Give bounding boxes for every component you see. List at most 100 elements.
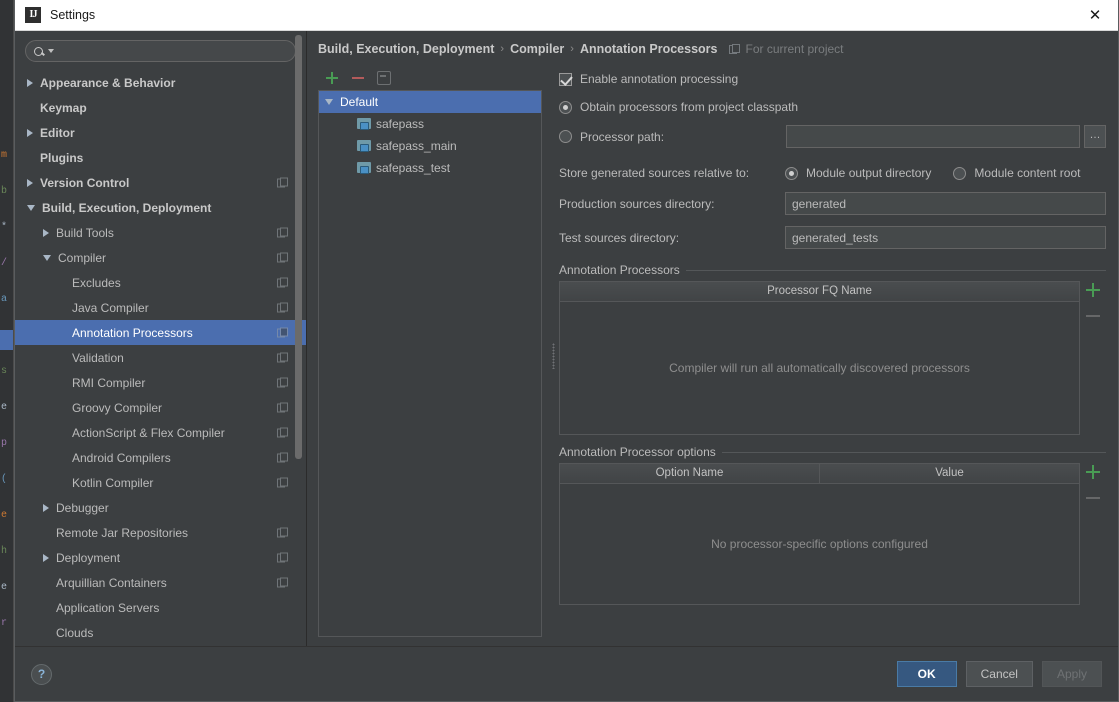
search-box[interactable] — [25, 40, 296, 62]
chevron-right-icon[interactable] — [27, 178, 33, 187]
sidebar-item-keymap[interactable]: Keymap — [15, 95, 306, 120]
annotation-processors-section-title: Annotation Processors — [559, 263, 680, 277]
sidebar-item-label: Plugins — [40, 150, 84, 165]
close-icon[interactable]: ✕ — [1072, 0, 1118, 30]
add-processor-button[interactable] — [1086, 283, 1100, 297]
production-sources-input[interactable] — [785, 192, 1106, 215]
apply-button[interactable]: Apply — [1041, 661, 1102, 687]
breadcrumb-part: Annotation Processors — [579, 42, 718, 56]
processor-path-input[interactable] — [786, 125, 1080, 148]
module-row[interactable]: safepass — [319, 113, 541, 135]
processor-path-row: Processor path: … — [559, 125, 1106, 148]
gutter-char: s — [1, 366, 8, 377]
breadcrumb-part[interactable]: Compiler — [510, 42, 564, 56]
module-row[interactable]: safepass_main — [319, 135, 541, 157]
remove-processor-button[interactable] — [1086, 309, 1100, 323]
chevron-right-icon[interactable] — [43, 553, 49, 562]
sidebar-item-groovy-compiler[interactable]: Groovy Compiler — [15, 395, 306, 420]
pane-splitter[interactable] — [548, 66, 559, 646]
sidebar-item-deployment[interactable]: Deployment — [15, 545, 306, 570]
sidebar-item-application-servers[interactable]: Application Servers — [15, 595, 306, 620]
sidebar-item-debugger[interactable]: Debugger — [15, 495, 306, 520]
project-scope-icon — [277, 252, 288, 263]
move-icon[interactable] — [377, 71, 391, 85]
project-scope-icon — [277, 177, 288, 188]
search-icon — [34, 46, 43, 56]
chevron-down-icon[interactable] — [43, 254, 51, 261]
annotation-processors-form: Enable annotation processing Obtain proc… — [559, 66, 1118, 646]
breadcrumb-part[interactable]: Build, Execution, Deployment — [318, 42, 494, 56]
editor-gutter: mb*/aesep(eher — [0, 0, 14, 702]
chevron-right-icon[interactable] — [27, 78, 33, 87]
module-output-directory-radio[interactable] — [785, 166, 798, 180]
processor-path-browse-button[interactable]: … — [1084, 125, 1106, 148]
sidebar-item-version-control[interactable]: Version Control — [15, 170, 306, 195]
project-scope-icon — [277, 477, 288, 488]
dialog-body: Appearance & Behavior Keymap Editor Plugins… — [15, 31, 1118, 646]
enable-annotation-processing-row[interactable]: Enable annotation processing — [559, 72, 1106, 86]
breadcrumb-separator: › — [570, 43, 574, 55]
obtain-from-classpath-radio[interactable] — [559, 100, 572, 114]
module-icon — [357, 162, 371, 174]
module-icon — [357, 140, 371, 152]
divider — [721, 451, 1106, 453]
test-sources-input[interactable] — [785, 226, 1106, 249]
sidebar-item-build-tools[interactable]: Build Tools — [15, 220, 306, 245]
sidebar-scrollbar-thumb[interactable] — [295, 35, 302, 459]
sidebar-item-kotlin-compiler[interactable]: Kotlin Compiler — [15, 470, 306, 495]
sidebar-item-label: Excludes — [72, 275, 121, 290]
gutter-char: ( — [1, 474, 8, 485]
options-table[interactable]: Option Name Value No processor-specific … — [559, 463, 1080, 605]
dialog-footer: ? OK Cancel Apply — [15, 646, 1118, 701]
module-output-directory-label: Module output directory — [806, 166, 932, 180]
obtain-from-classpath-row[interactable]: Obtain processors from project classpath — [559, 100, 1106, 114]
sidebar-item-annotation-processors[interactable]: Annotation Processors — [15, 320, 306, 345]
processors-table[interactable]: Processor FQ Name Compiler will run all … — [559, 281, 1080, 435]
scope-label: For current project — [745, 42, 844, 56]
sidebar-item-excludes[interactable]: Excludes — [15, 270, 306, 295]
column-header-processor-fq-name[interactable]: Processor FQ Name — [560, 282, 1079, 301]
processor-path-radio[interactable] — [559, 130, 572, 143]
splitter-grip[interactable] — [552, 343, 555, 369]
sidebar-item-android-compilers[interactable]: Android Compilers — [15, 445, 306, 470]
plus-icon[interactable] — [325, 71, 339, 85]
sidebar-scrollbar[interactable] — [294, 31, 304, 646]
help-button[interactable]: ? — [31, 663, 52, 685]
column-header-value[interactable]: Value — [820, 464, 1079, 483]
settings-content: Build, Execution, Deployment › Compiler › An… — [307, 31, 1118, 646]
sidebar-item-label: Annotation Processors — [72, 325, 193, 340]
sidebar-item-validation[interactable]: Validation — [15, 345, 306, 370]
sidebar-item-remote-jar-repositories[interactable]: Remote Jar Repositories — [15, 520, 306, 545]
chevron-down-icon[interactable] — [48, 49, 54, 53]
chevron-right-icon[interactable] — [43, 228, 49, 237]
profiles-list[interactable]: Default safepass safepass_main safepass_tes… — [318, 90, 542, 637]
profile-row[interactable]: Default — [319, 91, 541, 113]
sidebar-item-editor[interactable]: Editor — [15, 120, 306, 145]
chevron-right-icon[interactable] — [27, 128, 33, 137]
sidebar-item-compiler[interactable]: Compiler — [15, 245, 306, 270]
sidebar-item-build-execution-deployment[interactable]: Build, Execution, Deployment — [15, 195, 306, 220]
sidebar-item-actionscript-flex-compiler[interactable]: ActionScript & Flex Compiler — [15, 420, 306, 445]
sidebar-item-clouds[interactable]: Clouds — [15, 620, 306, 645]
sidebar-item-arquillian-containers[interactable]: Arquillian Containers — [15, 570, 306, 595]
sidebar-item-appearance-behavior[interactable]: Appearance & Behavior — [15, 70, 306, 95]
sidebar-item-plugins[interactable]: Plugins — [15, 145, 306, 170]
ok-button[interactable]: OK — [896, 661, 957, 687]
chevron-down-icon[interactable] — [27, 204, 35, 211]
minus-icon[interactable] — [351, 71, 365, 85]
sidebar-item-rmi-compiler[interactable]: RMI Compiler — [15, 370, 306, 395]
enable-annotation-processing-checkbox[interactable] — [559, 72, 572, 86]
search-input[interactable] — [60, 43, 287, 59]
module-row[interactable]: safepass_test — [319, 157, 541, 179]
chevron-down-icon[interactable] — [325, 99, 333, 105]
sidebar-item-java-compiler[interactable]: Java Compiler — [15, 295, 306, 320]
remove-option-button[interactable] — [1086, 491, 1100, 505]
profiles-toolbar — [318, 66, 548, 90]
module-content-root-radio[interactable] — [953, 166, 967, 180]
add-option-button[interactable] — [1086, 465, 1100, 479]
chevron-right-icon[interactable] — [43, 503, 49, 512]
annotation-processor-options-section: Annotation Processor options Option Name… — [559, 445, 1106, 605]
cancel-button[interactable]: Cancel — [965, 661, 1033, 687]
gutter-char: * — [1, 222, 8, 233]
column-header-option-name[interactable]: Option Name — [560, 464, 820, 483]
